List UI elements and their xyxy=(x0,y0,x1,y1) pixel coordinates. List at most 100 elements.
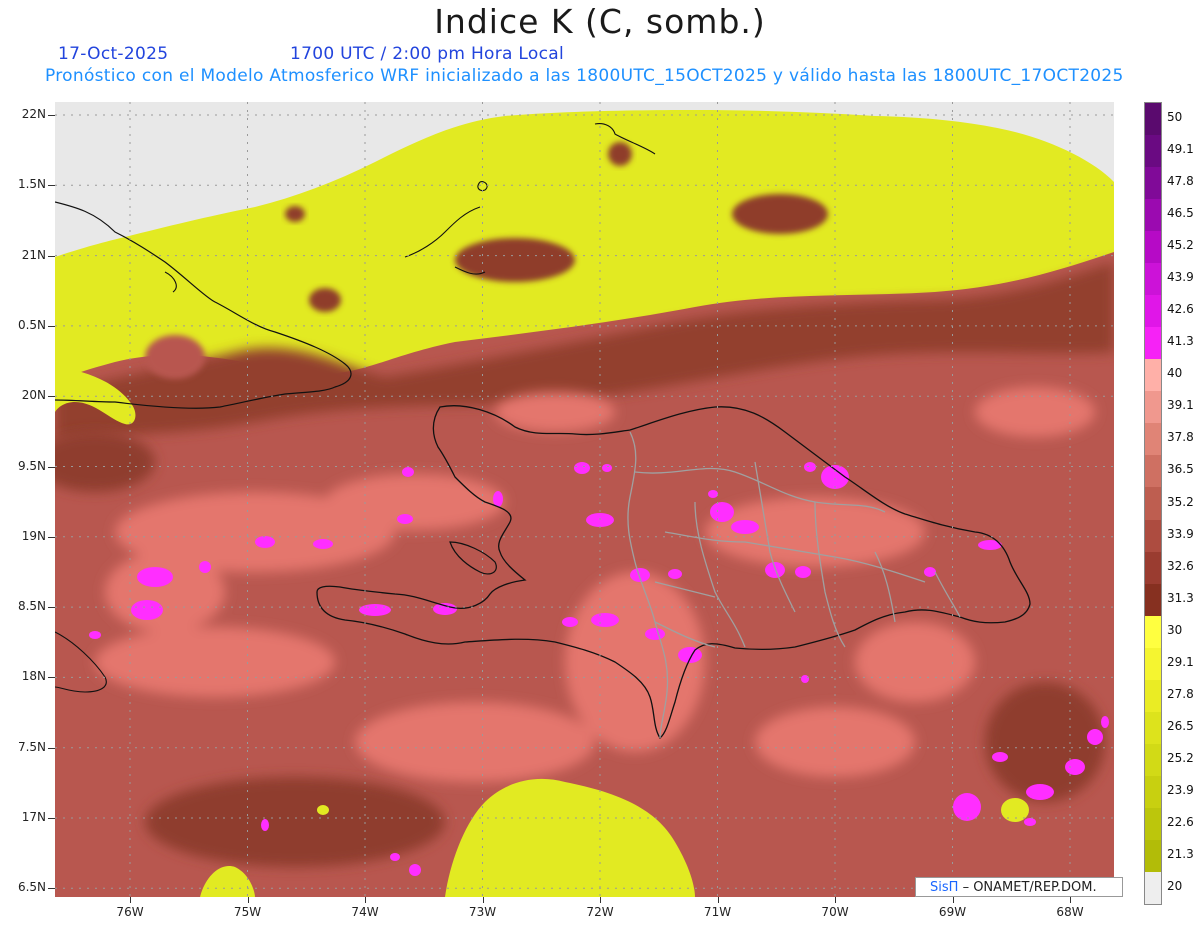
dark-patch xyxy=(309,288,341,312)
colorbar-swatch xyxy=(1145,583,1161,617)
lat-tick-label: 22N xyxy=(21,107,46,121)
colorbar-swatch xyxy=(1145,679,1161,713)
colorbar-swatch xyxy=(1145,839,1161,873)
sispi-brand: SisΠ xyxy=(930,880,959,895)
map-panel xyxy=(55,102,1114,897)
lat-tick-label: 18N xyxy=(21,669,46,684)
lat-tick-mark xyxy=(48,677,55,679)
colorbar-label: 42.6 xyxy=(1167,302,1194,317)
colorbar-label: 27.8 xyxy=(1167,686,1194,701)
colorbar-label: 45.2 xyxy=(1167,238,1194,253)
colorbar-label: 25.2 xyxy=(1167,750,1194,765)
colorbar-label: 49.1 xyxy=(1167,142,1194,157)
colorbar-swatch xyxy=(1145,455,1161,488)
lat-tick-label: 8.5N xyxy=(17,599,46,614)
lat-tick-mark xyxy=(48,607,55,609)
colorbar-label: 23.9 xyxy=(1167,782,1194,797)
dark-patch xyxy=(608,142,632,166)
lat-tick-label: 1.5N xyxy=(17,177,46,192)
lat-tick-label: 7.5N xyxy=(17,739,46,754)
blob-hole xyxy=(145,335,205,379)
lon-tick-label: 69W xyxy=(938,905,967,919)
colorbar-label: 32.6 xyxy=(1167,558,1194,573)
lon-tick-label: 75W xyxy=(233,905,262,919)
colorbar-label: 22.6 xyxy=(1167,814,1194,829)
colorbar-label: 40 xyxy=(1167,366,1183,381)
colorbar-label: 37.8 xyxy=(1167,430,1194,445)
lon-tick-mark xyxy=(482,897,484,903)
lon-tick-label: 71W xyxy=(703,905,732,919)
colorbar-label: 43.9 xyxy=(1167,270,1194,285)
colorbar-label: 26.5 xyxy=(1167,718,1194,733)
colorbar-swatch xyxy=(1145,391,1161,424)
colorbar-swatch xyxy=(1145,519,1161,553)
lat-tick-label: 0.5N xyxy=(17,317,46,332)
lat-tick-label: 6.5N xyxy=(17,880,46,895)
dark-patch xyxy=(285,206,305,222)
lon-tick-mark xyxy=(600,897,601,903)
colorbar-label: 20 xyxy=(1167,878,1183,893)
colorbar-swatch xyxy=(1145,775,1161,809)
colorbar-label: 39.1 xyxy=(1167,398,1194,413)
colorbar-label: 31.3 xyxy=(1167,590,1194,605)
lat-tick-label: 21N xyxy=(21,247,46,262)
lat-tick-mark xyxy=(48,536,55,538)
colorbar-swatch xyxy=(1145,647,1161,681)
lon-tick-label: 73W xyxy=(468,905,497,919)
lat-tick-mark xyxy=(48,888,55,890)
credit-text: – ONAMET/REP.DOM. xyxy=(962,880,1097,895)
colorbar-swatch xyxy=(1145,327,1161,360)
lon-tick-mark xyxy=(835,897,836,903)
colorbar-label: 33.9 xyxy=(1167,526,1194,541)
colorbar-label: 41.3 xyxy=(1167,334,1194,349)
credit-box: SisΠ – ONAMET/REP.DOM. xyxy=(915,877,1123,897)
dark-patch xyxy=(732,194,828,234)
lon-tick-label: 74W xyxy=(351,905,379,919)
k-index-field-map xyxy=(55,102,1114,897)
lon-tick-label: 70W xyxy=(821,905,849,919)
colorbar-swatch xyxy=(1145,871,1161,905)
lat-tick-label: 19N xyxy=(21,528,46,543)
colorbar-swatch xyxy=(1145,231,1161,264)
colorbar-label: 35.2 xyxy=(1167,494,1194,509)
colorbar-label: 47.8 xyxy=(1167,174,1194,189)
yellow-spot xyxy=(317,805,329,815)
lat-tick-label: 9.5N xyxy=(17,458,46,473)
colorbar-swatch xyxy=(1145,487,1161,520)
colorbar-swatch xyxy=(1145,359,1161,392)
colorbar-swatch xyxy=(1145,199,1161,232)
lon-tick-label: 72W xyxy=(586,905,614,919)
lat-tick-mark xyxy=(48,818,55,819)
lat-tick-mark xyxy=(48,115,55,116)
colorbar-swatch xyxy=(1145,615,1161,649)
colorbar-swatch xyxy=(1145,295,1161,328)
lat-tick-mark xyxy=(48,255,55,257)
lon-tick-mark xyxy=(365,897,366,903)
colorbar-swatch xyxy=(1145,423,1161,456)
colorbar-label: 29.1 xyxy=(1167,654,1194,669)
colorbar-label: 36.5 xyxy=(1167,462,1194,477)
dark-patch xyxy=(455,238,575,282)
colorbar-swatch xyxy=(1145,711,1161,745)
lat-tick-mark xyxy=(48,396,55,398)
colorbar-label: 46.5 xyxy=(1167,206,1194,221)
map-title: Indice K (C, somb.) xyxy=(434,2,766,41)
lon-tick-mark xyxy=(130,897,131,903)
colorbar-label: 50 xyxy=(1167,110,1183,125)
colorbar-swatch xyxy=(1145,263,1161,296)
colorbar-swatch xyxy=(1145,167,1161,200)
lon-tick-mark xyxy=(247,897,249,903)
lon-tick-label: 68W xyxy=(1056,905,1084,919)
colorbar-swatch xyxy=(1145,807,1161,841)
lat-tick-label: 20N xyxy=(21,388,46,403)
lon-tick-label: 76W xyxy=(116,905,144,919)
lat-tick-mark xyxy=(48,466,55,468)
colorbar-swatch xyxy=(1145,135,1161,168)
valid-hour: 1700 UTC / 2:00 pm Hora Local xyxy=(290,44,564,64)
lat-tick-mark xyxy=(48,325,55,327)
lon-tick-mark xyxy=(717,897,719,903)
colorbar-swatch xyxy=(1145,743,1161,777)
colorbar-label: 30 xyxy=(1167,622,1183,637)
model-description: Pronóstico con el Modelo Atmosferico WRF… xyxy=(45,66,1124,86)
lat-tick-mark xyxy=(48,185,55,187)
